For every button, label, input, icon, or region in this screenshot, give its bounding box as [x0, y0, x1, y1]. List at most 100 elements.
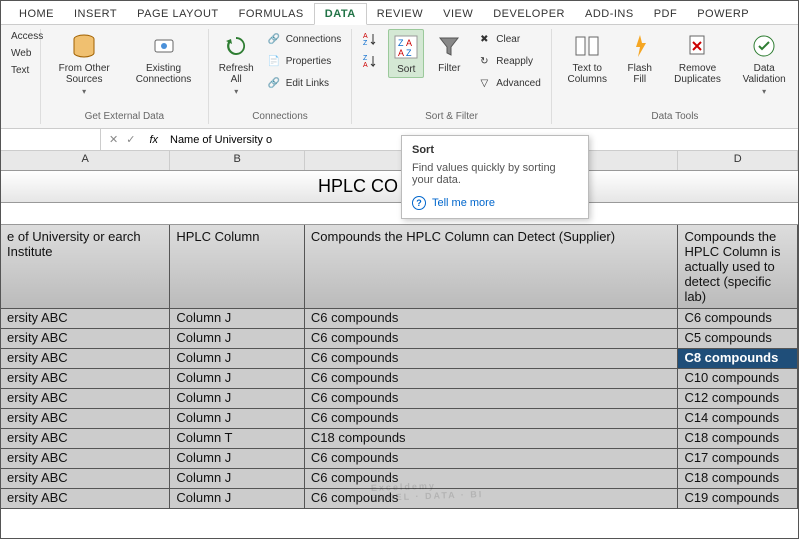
cell-a[interactable]: ersity ABC [1, 449, 170, 468]
cell-c[interactable]: C6 compounds [305, 349, 679, 368]
tab-review[interactable]: REVIEW [367, 4, 433, 24]
from-access-button[interactable]: Access [9, 29, 32, 44]
existing-connections-button[interactable]: Existing Connections [127, 29, 199, 87]
table-row[interactable]: ersity ABCColumn JC6 compoundsC14 compou… [1, 409, 798, 429]
sheet-title-row[interactable]: HPLC CO HE AREA [1, 171, 798, 203]
cell-d[interactable]: C5 compounds [678, 329, 798, 348]
cell-c[interactable]: C6 compounds [305, 409, 679, 428]
reapply-button[interactable]: ↻Reapply [474, 51, 542, 71]
th-d[interactable]: Compounds the HPLC Column is actually us… [678, 225, 798, 308]
remove-duplicates-button[interactable]: Remove Duplicates [665, 29, 731, 87]
cell-c[interactable]: C6 compounds [305, 329, 679, 348]
tab-view[interactable]: VIEW [433, 4, 483, 24]
col-header-a[interactable]: A [1, 151, 170, 170]
table-row[interactable]: ersity ABCColumn JC6 compoundsC17 compou… [1, 449, 798, 469]
cell-a[interactable]: ersity ABC [1, 429, 170, 448]
flash-fill-button[interactable]: Flash Fill [623, 29, 657, 87]
cell-a[interactable]: ersity ABC [1, 489, 170, 508]
advanced-filter-button[interactable]: ▽Advanced [474, 73, 542, 93]
edit-links-button[interactable]: 🔗Edit Links [264, 73, 344, 93]
tab-home[interactable]: HOME [9, 4, 64, 24]
filter-button[interactable]: Filter [432, 29, 466, 76]
from-text-button[interactable]: Text [9, 63, 32, 78]
reapply-icon: ↻ [476, 53, 492, 69]
cell-d[interactable]: C18 compounds [678, 469, 798, 488]
tab-page-layout[interactable]: PAGE LAYOUT [127, 4, 229, 24]
col-header-b[interactable]: B [170, 151, 305, 170]
cell-d[interactable]: C14 compounds [678, 409, 798, 428]
cell-c[interactable]: C6 compounds [305, 489, 679, 508]
cell-b[interactable]: Column J [170, 309, 305, 328]
tab-pdf[interactable]: PDF [644, 4, 688, 24]
sort-desc-icon: ZA [362, 53, 378, 69]
cell-a[interactable]: ersity ABC [1, 349, 170, 368]
cell-c[interactable]: C6 compounds [305, 369, 679, 388]
table-row[interactable]: ersity ABCColumn JC6 compoundsC19 compou… [1, 489, 798, 509]
svg-text:A: A [398, 48, 404, 58]
cell-c[interactable]: C18 compounds [305, 429, 679, 448]
cell-d[interactable]: C18 compounds [678, 429, 798, 448]
tab-formulas[interactable]: FORMULAS [229, 4, 314, 24]
cell-b[interactable]: Column J [170, 329, 305, 348]
worksheet[interactable]: HPLC CO HE AREA e of University or earch… [1, 171, 798, 509]
th-a[interactable]: e of University or earch Institute [1, 225, 170, 308]
tab-addins[interactable]: ADD-INS [575, 4, 644, 24]
cell-c[interactable]: C6 compounds [305, 449, 679, 468]
table-row[interactable]: ersity ABCColumn JC6 compoundsC12 compou… [1, 389, 798, 409]
cell-a[interactable]: ersity ABC [1, 309, 170, 328]
from-web-button[interactable]: Web [9, 46, 32, 61]
cancel-formula-button[interactable]: ✕ [109, 133, 118, 146]
table-row[interactable]: ersity ABCColumn JC6 compoundsC8 compoun… [1, 349, 798, 369]
cell-a[interactable]: ersity ABC [1, 409, 170, 428]
th-c[interactable]: Compounds the HPLC Column can Detect (Su… [305, 225, 679, 308]
cell-d[interactable]: C6 compounds [678, 309, 798, 328]
cell-c[interactable]: C6 compounds [305, 309, 679, 328]
cell-d[interactable]: C8 compounds [678, 349, 798, 368]
cell-a[interactable]: ersity ABC [1, 329, 170, 348]
cell-a[interactable]: ersity ABC [1, 389, 170, 408]
connections-button[interactable]: 🔗Connections [264, 29, 344, 49]
cell-b[interactable]: Column J [170, 449, 305, 468]
fx-icon[interactable]: fx [143, 134, 164, 146]
th-b[interactable]: HPLC Column [170, 225, 305, 308]
cell-d[interactable]: C19 compounds [678, 489, 798, 508]
properties-button[interactable]: 📄Properties [264, 51, 344, 71]
cell-b[interactable]: Column J [170, 349, 305, 368]
cell-b[interactable]: Column J [170, 409, 305, 428]
tab-data[interactable]: DATA [314, 3, 367, 25]
cell-b[interactable]: Column J [170, 369, 305, 388]
tab-developer[interactable]: DEVELOPER [483, 4, 575, 24]
table-header-row[interactable]: e of University or earch Institute HPLC … [1, 225, 798, 309]
col-header-d[interactable]: D [678, 151, 798, 170]
cell-b[interactable]: Column T [170, 429, 305, 448]
text-to-columns-button[interactable]: Text to Columns [560, 29, 615, 87]
sort-button[interactable]: ZAAZ Sort [388, 29, 424, 78]
cell-d[interactable]: C12 compounds [678, 389, 798, 408]
cell-a[interactable]: ersity ABC [1, 369, 170, 388]
data-validation-button[interactable]: Data Validation▾ [738, 29, 790, 98]
cell-c[interactable]: C6 compounds [305, 469, 679, 488]
cell-d[interactable]: C17 compounds [678, 449, 798, 468]
sort-desc-button[interactable]: ZA [360, 51, 380, 71]
clear-filter-button[interactable]: ✖Clear [474, 29, 542, 49]
cell-c[interactable]: C6 compounds [305, 389, 679, 408]
table-row[interactable]: ersity ABCColumn JC6 compoundsC18 compou… [1, 469, 798, 489]
cell-b[interactable]: Column J [170, 489, 305, 508]
tab-powerp[interactable]: POWERP [687, 4, 759, 24]
tab-insert[interactable]: INSERT [64, 4, 127, 24]
table-row[interactable]: ersity ABCColumn JC6 compoundsC10 compou… [1, 369, 798, 389]
cell-a[interactable]: ersity ABC [1, 469, 170, 488]
table-row[interactable]: ersity ABCColumn JC6 compoundsC6 compoun… [1, 309, 798, 329]
accept-formula-button[interactable]: ✓ [126, 133, 135, 146]
refresh-all-button[interactable]: Refresh All▾ [217, 29, 256, 98]
cell-b[interactable]: Column J [170, 469, 305, 488]
cell-b[interactable]: Column J [170, 389, 305, 408]
tooltip-tell-me-more[interactable]: ? Tell me more [412, 196, 578, 210]
spacer-row[interactable] [1, 203, 798, 225]
table-row[interactable]: ersity ABCColumn JC6 compoundsC5 compoun… [1, 329, 798, 349]
name-box[interactable] [1, 129, 101, 150]
cell-d[interactable]: C10 compounds [678, 369, 798, 388]
table-row[interactable]: ersity ABCColumn TC18 compoundsC18 compo… [1, 429, 798, 449]
from-other-sources-button[interactable]: From Other Sources▾ [49, 29, 119, 98]
sort-asc-button[interactable]: AZ [360, 29, 380, 49]
